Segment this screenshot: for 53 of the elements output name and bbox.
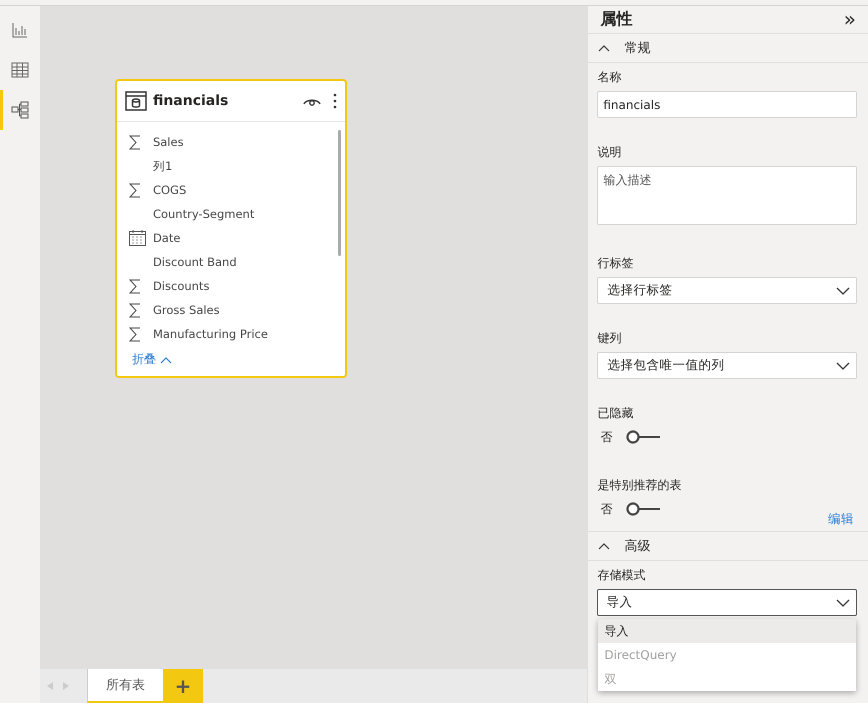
more-icon[interactable] <box>332 93 337 109</box>
edit-link[interactable]: 编辑 <box>828 510 858 528</box>
sigma-icon <box>128 302 141 318</box>
page-tab[interactable]: 所有表 <box>86 669 163 703</box>
chevron-icon <box>598 542 610 550</box>
toggle-switch[interactable] <box>626 502 662 516</box>
chevron-icon <box>598 44 610 52</box>
field-name[interactable]: Sales <box>152 135 184 149</box>
table-icon <box>10 62 29 78</box>
storage-mode-dropdown[interactable]: 导入 <box>597 589 858 616</box>
bar-chart-icon <box>12 22 28 38</box>
chevron-down-icon <box>836 598 850 606</box>
field-name[interactable]: Date <box>152 231 180 245</box>
toggle-state: 否 <box>600 428 612 446</box>
description-field[interactable]: 输入描述 <box>597 166 858 226</box>
field-label: 说明 <box>597 144 622 162</box>
model-icon <box>10 101 29 119</box>
field-name[interactable]: COGS <box>152 183 186 197</box>
toggle-state: 否 <box>600 500 612 518</box>
chevron-up-icon <box>160 356 172 364</box>
chevron-down-icon <box>836 286 850 295</box>
sigma-icon <box>128 134 141 150</box>
field-name[interactable]: Discounts <box>152 279 210 293</box>
chevron-down-icon <box>836 362 850 370</box>
field-label: 键列 <box>597 330 622 348</box>
table-card[interactable]: financials Sales 列1 COGS Country-Segment Date Discount Band Discounts Gross Sales Manufacturing Price 折叠 <box>114 79 347 378</box>
field-label: 名称 <box>597 69 622 86</box>
calendar-icon <box>128 230 146 246</box>
field-name[interactable]: Discount Band <box>152 255 237 269</box>
row-label-dropdown[interactable]: 选择行标签 <box>597 277 858 304</box>
panel-title: 属性 <box>600 8 632 30</box>
field-name[interactable]: 列1 <box>152 158 172 174</box>
section-header[interactable]: 常规 <box>588 34 868 64</box>
table-title: financials <box>152 93 230 109</box>
sigma-icon <box>128 182 141 198</box>
section-header[interactable]: 高级 <box>588 531 868 561</box>
add-page-button[interactable]: + <box>162 669 203 703</box>
field-label: 存储模式 <box>597 567 646 584</box>
field-label: 是特别推荐的表 <box>597 477 682 494</box>
dropdown-option[interactable]: 导入 <box>598 619 856 643</box>
field-name[interactable]: Gross Sales <box>152 303 220 317</box>
field-label: 行标签 <box>597 255 634 272</box>
field-label: 已隐藏 <box>597 405 634 422</box>
sigma-icon <box>128 278 141 294</box>
field-name[interactable]: Manufacturing Price <box>152 327 268 341</box>
key-column-dropdown[interactable]: 选择包含唯一值的列 <box>597 352 858 380</box>
collapse-link[interactable]: 折叠 <box>132 351 172 368</box>
sigma-icon <box>128 326 141 342</box>
collapse-panel-button[interactable]: » <box>844 7 856 32</box>
field-name[interactable]: Country-Segment <box>152 207 254 221</box>
table-icon <box>124 91 147 111</box>
toggle-switch[interactable] <box>626 430 662 444</box>
name-field[interactable]: financials <box>597 91 858 118</box>
